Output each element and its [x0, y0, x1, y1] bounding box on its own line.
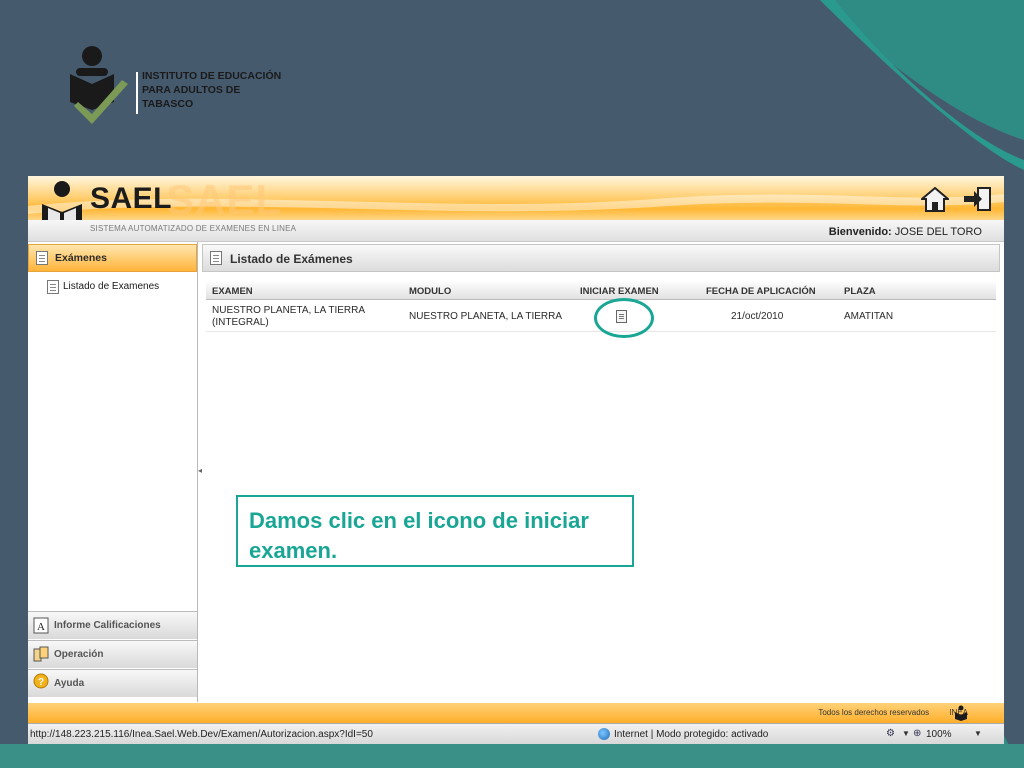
- sidebar-item-label: Listado de Examenes: [63, 281, 160, 292]
- document-icon: [210, 251, 222, 265]
- sidebar: Exámenes Listado de Examenes A Informe C…: [28, 242, 198, 702]
- cell-plaza: AMATITAN: [844, 311, 894, 322]
- institute-name-line: PARA ADULTOS DE: [142, 84, 241, 96]
- column-header-plaza[interactable]: PLAZA: [844, 286, 876, 297]
- column-header-iniciar-examen[interactable]: INICIAR EXAMEN: [580, 286, 659, 297]
- sidebar-section-informe-calificaciones[interactable]: A Informe Calificaciones: [28, 611, 197, 639]
- institute-name-line: INSTITUTO DE EDUCACIÓN: [142, 70, 282, 82]
- welcome-message: Bienvenido: JOSE DEL TORO: [829, 226, 982, 238]
- column-header-fecha[interactable]: FECHA DE APLICACIÓN: [706, 286, 816, 297]
- app-footer: Todos los derechos reservados INEA: [28, 703, 1004, 723]
- app-title: SAEL: [90, 182, 173, 215]
- app-subbar: SISTEMA AUTOMATIZADO DE EXAMENES EN LINE…: [28, 220, 1004, 242]
- main-panel-header: Listado de Exámenes: [202, 244, 1000, 272]
- home-icon[interactable]: [921, 186, 949, 212]
- security-icon[interactable]: ⚙: [886, 728, 895, 739]
- sidebar-item-listado-examenes[interactable]: Listado de Examenes: [28, 278, 197, 296]
- zoom-level[interactable]: 100%: [926, 729, 952, 740]
- institute-name: INSTITUTO DE EDUCACIÓN PARA ADULTOS DE T…: [142, 69, 302, 111]
- cell-examen-line: (INTEGRAL): [212, 317, 269, 328]
- grade-a-icon: A: [33, 617, 49, 634]
- app-banner: SAEL SAEL: [28, 176, 1004, 220]
- zoom-icon[interactable]: ⊕: [913, 728, 921, 739]
- main-panel: Listado de Exámenes EXAMEN MODULO INICIA…: [202, 242, 1000, 702]
- institute-divider: [136, 72, 138, 114]
- table-header: EXAMEN MODULO INICIAR EXAMEN FECHA DE AP…: [206, 282, 996, 300]
- footer-rights: Todos los derechos reservados: [818, 708, 930, 717]
- sidebar-section-label: Exámenes: [55, 252, 107, 264]
- institute-name-line: TABASCO: [142, 98, 194, 110]
- footer-text: Todos los derechos reservados INEA: [818, 708, 968, 717]
- status-url: http://148.223.215.116/Inea.Sael.Web.Dev…: [30, 729, 373, 740]
- document-icon: [36, 251, 48, 265]
- sidebar-section-label: Operación: [54, 649, 104, 660]
- sael-logo-icon: [42, 181, 82, 220]
- sidebar-section-label: Informe Calificaciones: [54, 620, 161, 631]
- cell-fecha: 21/oct/2010: [731, 311, 784, 322]
- welcome-label: Bienvenido:: [828, 226, 892, 238]
- app-subtitle: SISTEMA AUTOMATIZADO DE EXAMENES EN LINE…: [90, 224, 297, 233]
- institute-logo-icon: [70, 46, 128, 124]
- operation-icon: [33, 646, 49, 662]
- app-window: SAEL SAEL SISTEMA AUTOMATIZADO DE EXAMEN…: [28, 176, 1004, 744]
- sidebar-section-label: Ayuda: [54, 678, 85, 689]
- document-icon: [47, 280, 59, 294]
- chevron-down-icon[interactable]: ▼: [974, 729, 982, 738]
- table-row: NUESTRO PLANETA, LA TIERRA (INTEGRAL) NU…: [206, 298, 996, 338]
- sael-title-watermark: SAEL: [166, 176, 283, 220]
- cell-examen: NUESTRO PLANETA, LA TIERRA (INTEGRAL): [212, 305, 365, 329]
- svg-text:?: ?: [38, 677, 44, 688]
- help-icon: ?: [33, 673, 49, 689]
- cell-modulo: NUESTRO PLANETA, LA TIERRA: [409, 311, 563, 322]
- sidebar-section-ayuda[interactable]: ? Ayuda: [28, 669, 197, 697]
- column-header-modulo[interactable]: MODULO: [409, 286, 451, 297]
- svg-text:A: A: [37, 621, 45, 633]
- start-exam-icon[interactable]: [616, 310, 627, 323]
- cell-examen-line: NUESTRO PLANETA, LA TIERRA: [212, 305, 366, 316]
- callout-text: Damos clic en el icono de iniciar examen…: [249, 508, 589, 563]
- page-title: Listado de Exámenes: [230, 252, 353, 266]
- instruction-callout: Damos clic en el icono de iniciar examen…: [236, 495, 634, 567]
- sidebar-section-operacion[interactable]: Operación: [28, 640, 197, 668]
- chevron-down-icon[interactable]: ▼: [902, 729, 910, 738]
- status-zone: Internet | Modo protegido: activado: [614, 729, 769, 740]
- column-header-examen[interactable]: EXAMEN: [212, 286, 253, 297]
- welcome-user: JOSE DEL TORO: [894, 226, 982, 238]
- browser-statusbar: http://148.223.215.116/Inea.Sael.Web.Dev…: [28, 723, 1004, 744]
- inea-logo-icon: [955, 705, 967, 721]
- globe-icon: [598, 728, 610, 740]
- logout-icon[interactable]: [962, 186, 992, 212]
- sidebar-section-examenes[interactable]: Exámenes: [28, 244, 197, 272]
